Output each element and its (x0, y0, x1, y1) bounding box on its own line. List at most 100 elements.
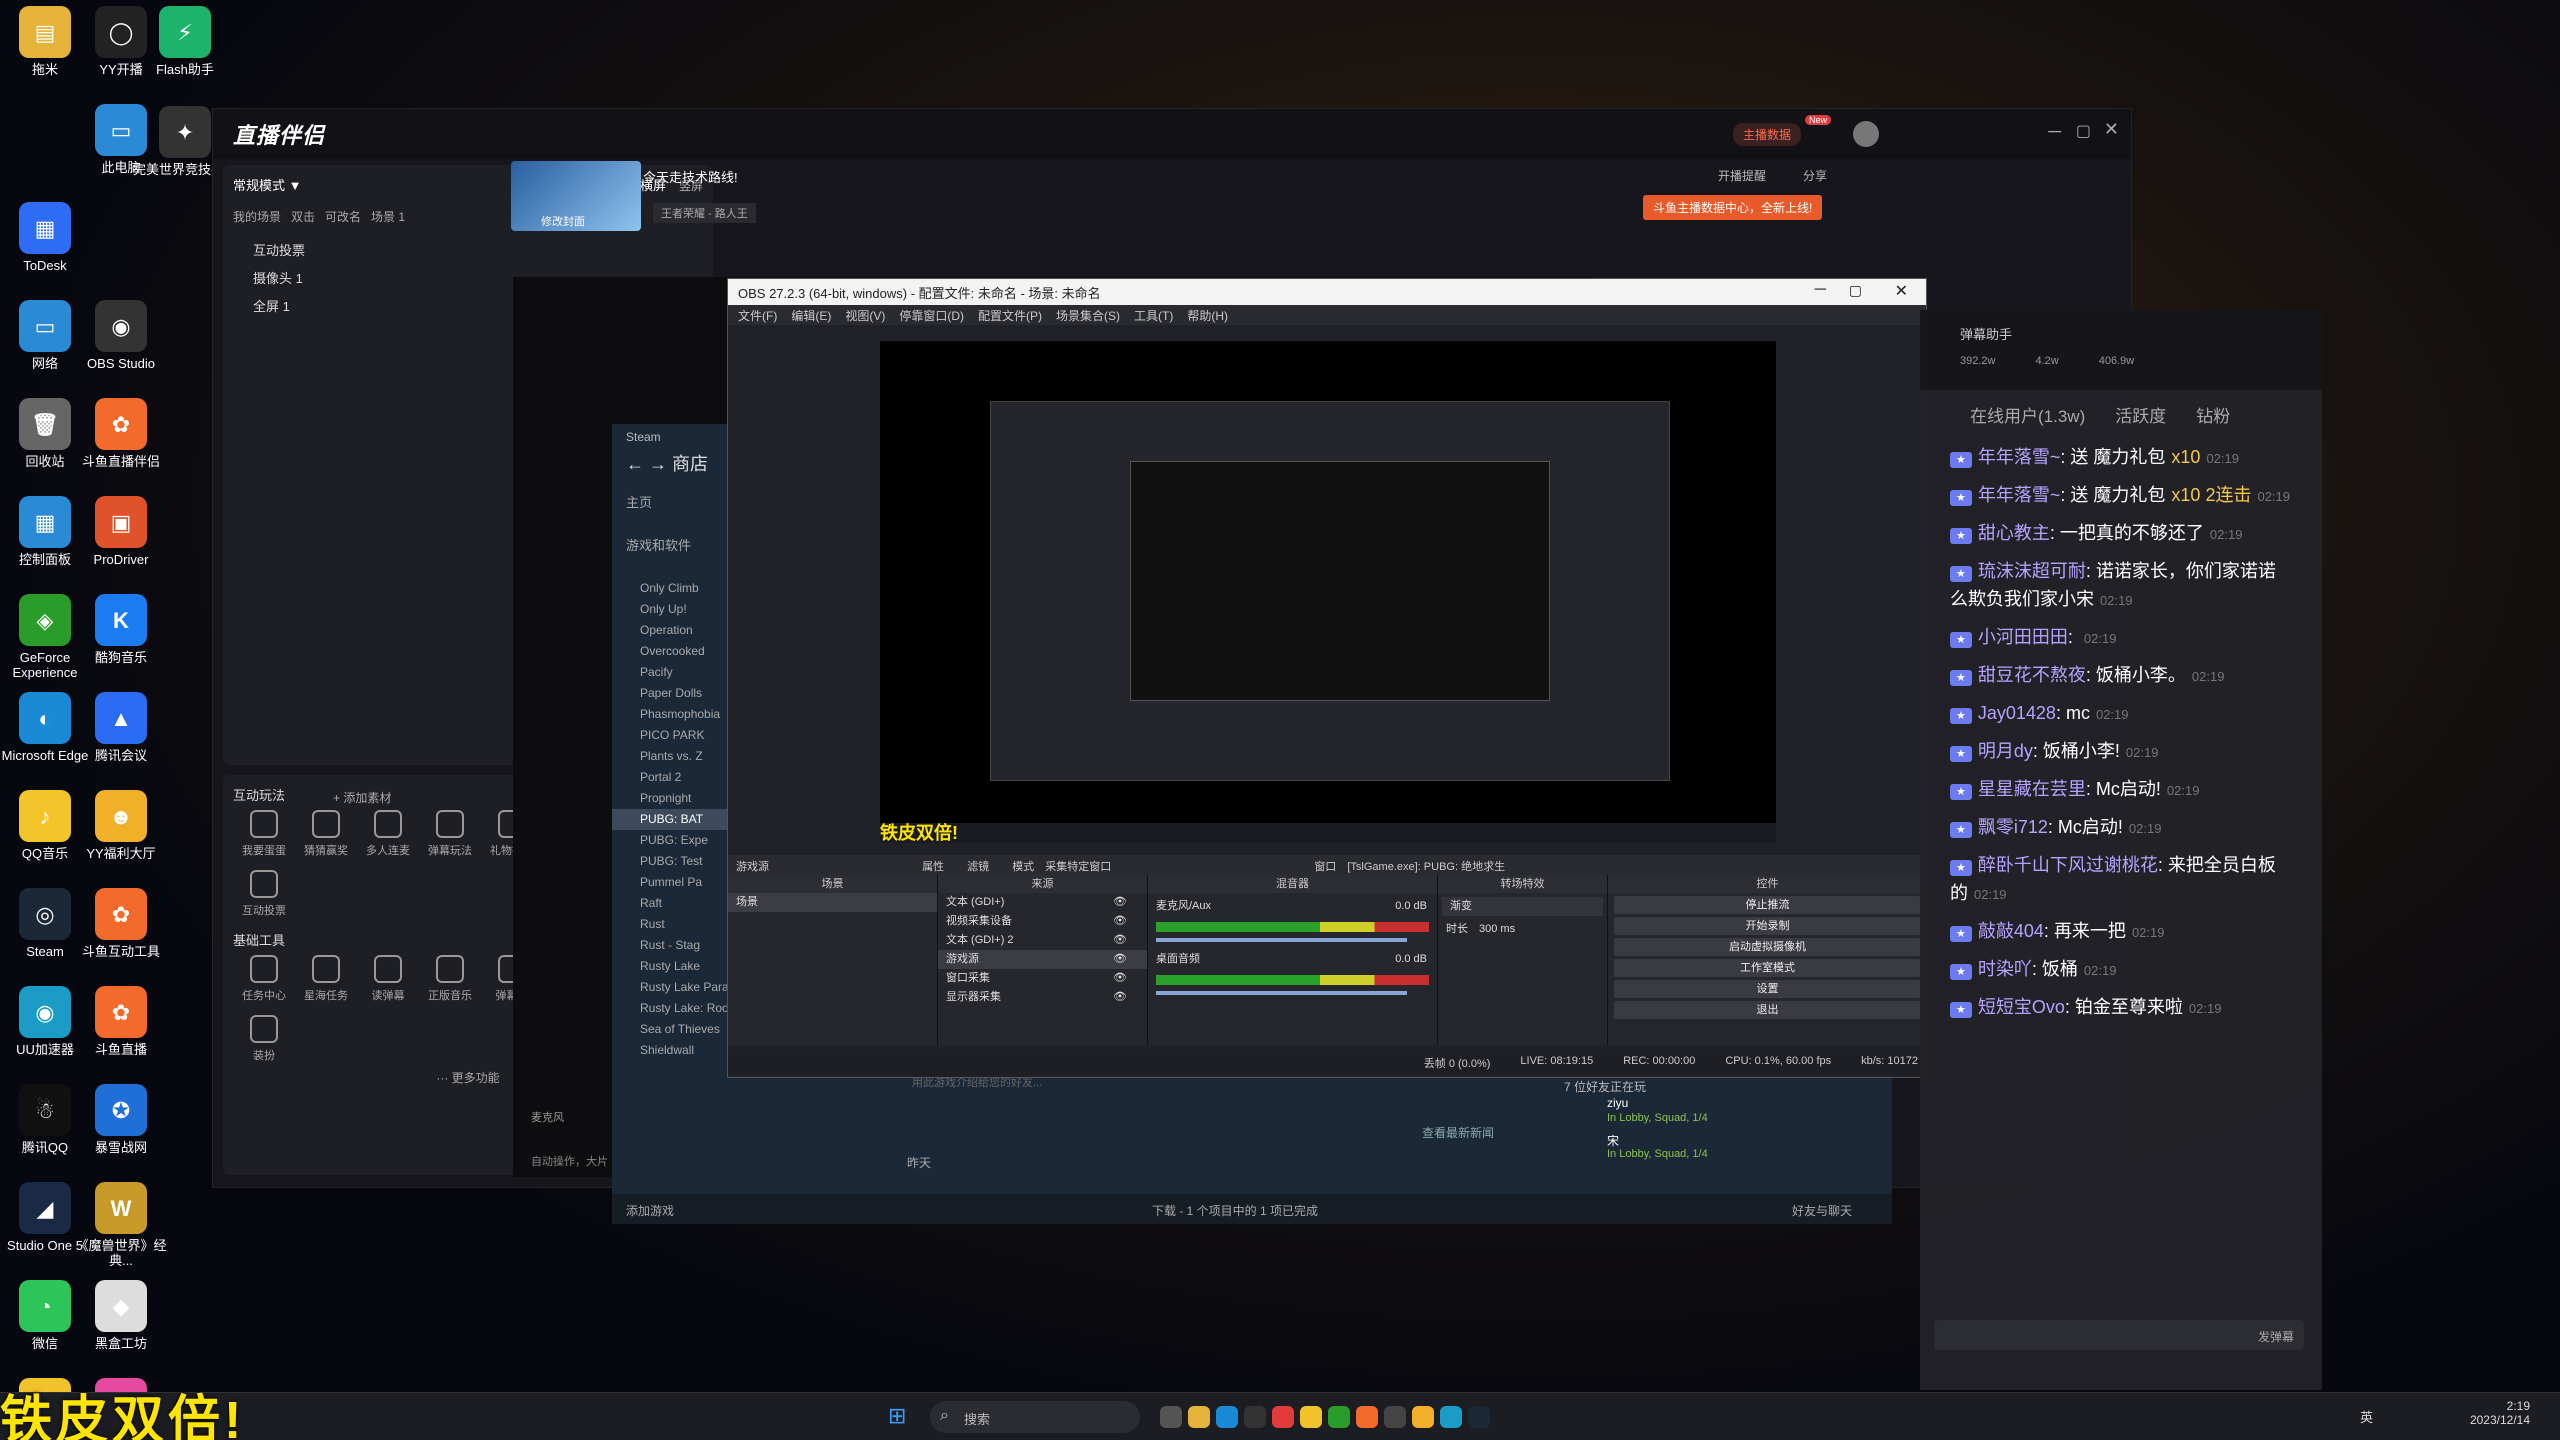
menu-item[interactable]: 帮助(H) (1187, 307, 1228, 324)
source-item[interactable]: 显示器采集 👁 (938, 988, 1147, 1007)
chat-username[interactable]: 甜豆花不熬夜 (1978, 665, 2086, 685)
taskbar-app-icon[interactable] (1272, 1406, 1294, 1428)
properties-button[interactable]: 属性 (922, 861, 944, 873)
tool-tile[interactable]: 多人连麦 (357, 810, 419, 858)
menu-item[interactable]: 文件(F) (738, 307, 777, 324)
maximize-icon[interactable]: ▢ (2076, 121, 2091, 141)
desktop-icon[interactable]: W 《魔兽世界》经典... (66, 1182, 176, 1268)
transition-select[interactable]: 渐变 (1442, 897, 1603, 916)
desktop-icon[interactable]: ▲ 腾讯会议 (66, 692, 176, 763)
menu-item[interactable]: 场景集合(S) (1056, 307, 1120, 324)
taskbar-app-icon[interactable] (1384, 1406, 1406, 1428)
chat-username[interactable]: 明月dy (1978, 741, 2033, 761)
chat-tab[interactable]: 在线用户(1.3w) (1970, 402, 2085, 427)
chat-username[interactable]: Jay01428 (1978, 703, 2056, 723)
source-item[interactable]: 窗口采集 👁 (938, 969, 1147, 988)
add-game-button[interactable]: 添加游戏 (626, 1202, 674, 1219)
control-button[interactable]: 启动虚拟摄像机 (1614, 938, 1921, 956)
friend-name[interactable]: ziyu (1607, 1096, 1628, 1110)
news-link[interactable]: 查看最新新闻 (1422, 1124, 1494, 1141)
cover-image[interactable]: 修改封面 (511, 161, 641, 231)
scene-tab[interactable]: 双击 (291, 208, 315, 225)
chat-username[interactable]: 小河田田田 (1978, 627, 2068, 647)
send-button[interactable]: 发弹幕 (2258, 1328, 2294, 1345)
desktop-icon[interactable]: ✿ 斗鱼直播伴侣 (66, 398, 176, 469)
close-icon[interactable]: ✕ (2104, 119, 2119, 140)
desktop-icon[interactable]: ◉ OBS Studio (66, 300, 176, 371)
scene-tab[interactable]: 可改名 (325, 208, 361, 225)
desktop-icon[interactable]: ✿ 斗鱼直播 (66, 986, 176, 1057)
taskbar-app-icon[interactable] (1300, 1406, 1322, 1428)
taskbar-app-icon[interactable] (1244, 1406, 1266, 1428)
chat-username[interactable]: 醉卧千山下风过谢桃花 (1978, 855, 2158, 875)
scene-tab[interactable]: 我的场景 (233, 208, 281, 225)
taskbar-app-icon[interactable] (1160, 1406, 1182, 1428)
chat-username[interactable]: 星星藏在芸里 (1978, 779, 2086, 799)
eye-icon[interactable]: 👁 (1113, 950, 1127, 969)
eye-icon[interactable]: 👁 (1113, 969, 1127, 988)
scene-tab[interactable]: 场景 1 (371, 208, 405, 225)
tool-tile[interactable]: 任务中心 (233, 955, 295, 1003)
desktop-icon[interactable]: ✪ 暴雪战网 (66, 1084, 176, 1155)
control-button[interactable]: 开始录制 (1614, 917, 1921, 935)
tool-tile[interactable]: 星海任务 (295, 955, 357, 1003)
taskbar-app-icon[interactable] (1356, 1406, 1378, 1428)
chat-username[interactable]: 年年落雪~ (1978, 485, 2061, 505)
control-button[interactable]: 设置 (1614, 980, 1921, 998)
control-button[interactable]: 工作室模式 (1614, 959, 1921, 977)
friend-name[interactable]: 宋 (1607, 1132, 1619, 1149)
store-tab[interactable]: 商店 (672, 454, 708, 474)
source-item[interactable]: 文本 (GDI+) 2 👁 (938, 931, 1147, 950)
taskbar-app-icon[interactable] (1328, 1406, 1350, 1428)
taskbar-app-icon[interactable] (1440, 1406, 1462, 1428)
eye-icon[interactable]: 👁 (1113, 893, 1127, 912)
volume-slider[interactable] (1156, 938, 1407, 942)
chat-input[interactable]: 发弹幕 (1934, 1320, 2304, 1350)
remind-link[interactable]: 开播提醒 (1718, 167, 1766, 184)
menu-item[interactable]: 视图(V) (845, 307, 885, 324)
promo-banner[interactable]: 斗鱼主播数据中心，全新上线! (1643, 195, 1823, 220)
tool-tile[interactable]: 装扮 (233, 1015, 295, 1063)
tool-tile[interactable]: 我要蛋蛋 (233, 810, 295, 858)
scene-source-item[interactable]: 互动投票 (233, 237, 703, 265)
control-button[interactable]: 退出 (1614, 1001, 1921, 1019)
control-button[interactable]: 停止推流 (1614, 896, 1921, 914)
chat-username[interactable]: 飘零i712 (1978, 817, 2048, 837)
minimize-icon[interactable]: ─ (1815, 281, 1826, 299)
desktop-icon[interactable]: ⚡ Flash助手 (130, 6, 240, 77)
friends-chat-button[interactable]: 好友与聊天 (1792, 1202, 1852, 1219)
search-box[interactable]: ⌕ 搜索 (930, 1401, 1140, 1433)
tool-tile[interactable]: 互动投票 (233, 870, 295, 918)
input-language[interactable]: 英 (2360, 1407, 2373, 1426)
mic-label[interactable]: 麦克风 (531, 1109, 564, 1125)
desktop-icon[interactable]: ▣ ProDriver (66, 496, 176, 567)
chat-username[interactable]: 甜心教主 (1978, 523, 2050, 543)
add-material-button[interactable]: + 添加素材 (333, 789, 391, 806)
desktop-icon[interactable]: ◆ 黑盒工坊 (66, 1280, 176, 1351)
tool-tile[interactable]: 正版音乐 (419, 955, 481, 1003)
chat-username[interactable]: 时染吖 (1978, 959, 2032, 979)
menu-item[interactable]: 配置文件(P) (978, 307, 1042, 324)
tool-tile[interactable]: 弹幕玩法 (419, 810, 481, 858)
taskbar-app-icon[interactable] (1216, 1406, 1238, 1428)
taskbar-app-icon[interactable] (1468, 1406, 1490, 1428)
menu-item[interactable]: 工具(T) (1134, 307, 1173, 324)
volume-slider[interactable] (1156, 991, 1407, 995)
mode-select[interactable]: 常规模式 ▼ (233, 175, 301, 194)
duration-input[interactable]: 300 ms (1479, 923, 1515, 935)
close-icon[interactable]: ✕ (1895, 281, 1908, 301)
source-item[interactable]: 游戏源 👁 (938, 950, 1147, 969)
taskbar-app-icon[interactable] (1412, 1406, 1434, 1428)
source-item[interactable]: 视频采集设备 👁 (938, 912, 1147, 931)
chat-tab[interactable]: 活跃度 (2115, 402, 2166, 427)
desktop-icon[interactable]: ✿ 斗鱼互动工具 (66, 888, 176, 959)
maximize-icon[interactable]: ▢ (1849, 282, 1862, 299)
windows-start-icon[interactable]: ⊞ (888, 1403, 916, 1431)
data-button[interactable]: 主播数据 (1733, 123, 1802, 146)
tool-tile[interactable]: 读弹幕 (357, 955, 419, 1003)
desktop-icon[interactable]: ☻ YY福利大厅 (66, 790, 176, 861)
scene-item[interactable]: 场景 (728, 893, 937, 912)
chat-tab[interactable]: 钻粉 (2196, 402, 2230, 427)
filters-button[interactable]: 滤镜 (967, 861, 989, 873)
avatar[interactable] (1853, 121, 1879, 147)
